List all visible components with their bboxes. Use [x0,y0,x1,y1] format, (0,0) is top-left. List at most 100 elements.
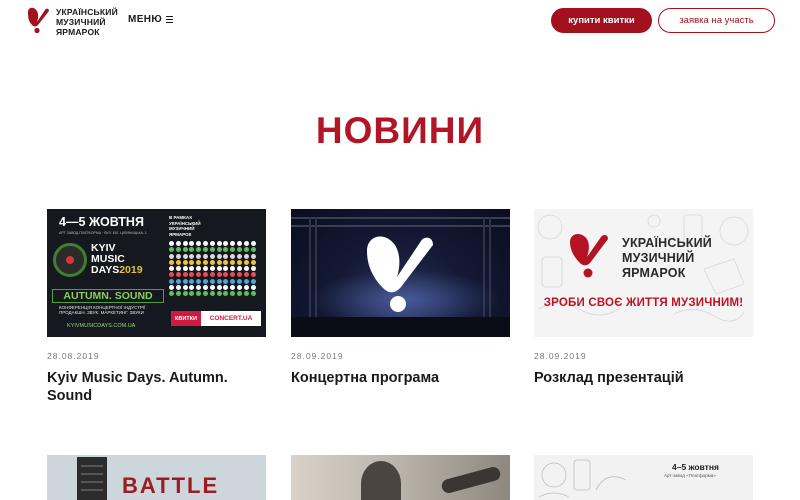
poster-dot [196,285,202,291]
poster-dot [175,272,181,278]
poster-dot [209,272,215,278]
poster-dot [243,291,249,297]
poster-dot [243,241,249,246]
poster-dot [236,247,242,253]
news-date: 28.09.2019 [291,351,344,361]
page-title: НОВИНИ [315,110,485,151]
news-title[interactable]: Kyiv Music Days. Autumn. Sound [47,369,266,405]
poster-dot [223,285,229,291]
poster-dot [189,253,195,259]
site-logo[interactable]: УКРАЇНСЬКИЙ МУЗИЧНИЙ ЯРМАРОК [25,6,118,37]
poster-dot [182,247,188,253]
stage-floor [291,317,510,337]
poster-dot [175,278,181,284]
poster-subtitle: AUTUMN. SOUND [52,289,164,303]
poster-dot [223,241,229,246]
poster-dot [189,247,195,253]
poster-dot [230,247,236,253]
news-card[interactable]: УКРАЇНСЬКИЙ МУЗИЧНИЙ ЯРМАРОК ЗРОБИ СВОЄ … [534,209,753,387]
poster-conference: КОНФЕРЕНЦІЯ КОНЦЕРТНОЇ ІНДУСТРІЇ ПРОДАКШ… [59,305,146,315]
news-card[interactable]: 28.09.2019 Концертна програма [291,209,510,387]
poster-dot [202,291,208,297]
poster-dot [169,259,174,265]
umf-heart-logo-icon [570,233,608,278]
news-title[interactable]: Розклад презентацій [534,369,753,387]
poster-year: 2019 [119,264,143,276]
poster-dot [202,247,208,253]
thumb-text: BATTLE [122,473,220,498]
poster-dot [202,266,208,272]
thumb-brand-text: УКРАЇНСЬКИЙ МУЗИЧНИЙ ЯРМАРОК [622,236,712,281]
hamburger-icon [166,14,174,25]
poster-dot [169,241,174,246]
poster-dot [182,291,188,297]
poster-dot [175,259,181,265]
poster-dot [250,241,256,246]
poster-dot [169,278,174,284]
poster-tickets-label: КВИТКИ [171,311,201,326]
poster-dot [250,266,256,272]
poster-site: KYIVMUSICDAYS.COM.UA [67,323,136,329]
poster-dot [223,253,229,259]
poster-dot [209,253,215,259]
poster-dot [209,247,215,253]
news-thumbnail[interactable] [291,455,510,500]
poster-dot [250,247,256,253]
poster-dot [202,285,208,291]
poster-dot [250,253,256,259]
poster-dot [236,266,242,272]
poster-dot [230,291,236,297]
thumb-brand-line: ЯРМАРОК [622,266,686,280]
news-thumbnail[interactable] [291,209,510,337]
poster-dot [216,266,222,272]
menu-button[interactable]: МЕНЮ [128,14,174,25]
news-thumbnail[interactable]: УКРАЇНСЬКИЙ МУЗИЧНИЙ ЯРМАРОК ЗРОБИ СВОЄ … [534,209,753,337]
poster-dates: 4—5 ЖОВТНЯ [59,215,144,229]
umf-heart-logo-icon [28,7,49,34]
poster-partner-line: ЯРМАРОК [169,231,192,237]
news-date: 28.08.2019 [47,351,100,361]
poster-dot [182,253,188,259]
poster-dot [243,253,249,259]
poster-dot [175,291,181,297]
poster-dot [216,241,222,246]
news-thumbnail[interactable]: BATTLE [47,455,266,500]
poster-dot [230,241,236,246]
buy-tickets-button[interactable]: купити квитки [551,8,652,33]
poster-dot [189,278,195,284]
poster-dot [202,253,208,259]
vinyl-record-icon [53,243,87,277]
news-card[interactable]: 4—5 ЖОВТНЯ АРТ ЗАВОД ПЛАТФОРМА · ВУЛ. БІ… [47,209,266,405]
news-thumbnail[interactable]: 4—5 ЖОВТНЯ АРТ ЗАВОД ПЛАТФОРМА · ВУЛ. БІ… [47,209,266,337]
poster-dot [230,285,236,291]
thumb-person [361,461,401,500]
poster-dot [230,266,236,272]
poster-dot [169,253,174,259]
poster-dot [202,241,208,246]
site-header: УКРАЇНСЬКИЙ МУЗИЧНИЙ ЯРМАРОК МЕНЮ купити… [0,0,800,42]
poster-dot [189,241,195,246]
poster-dot [175,247,181,253]
poster-dot [216,259,222,265]
poster-dot [223,259,229,265]
news-title[interactable]: Концертна програма [291,369,510,387]
poster-dot [182,266,188,272]
poster-dot [209,285,215,291]
umf-heart-logo-icon [367,236,433,312]
poster-dot [169,266,174,272]
menu-label: МЕНЮ [128,14,163,25]
poster-dot [175,241,181,246]
logo-text: УКРАЇНСЬКИЙ МУЗИЧНИЙ ЯРМАРОК [56,7,118,37]
poster-dot [243,285,249,291]
news-thumbnail[interactable]: 4–5 жовтня Арт-завод «Платформа» [534,455,753,500]
poster-dot [189,272,195,278]
poster-dot [250,291,256,297]
poster-dot [236,291,242,297]
poster-concert-label: CONCERT.UA [201,311,261,326]
poster-dot [250,285,256,291]
poster-dot [243,278,249,284]
poster-dot [223,291,229,297]
apply-participation-button[interactable]: заявка на участь [658,8,775,33]
poster-tickets: КВИТКИ CONCERT.UA [171,311,261,326]
poster-dot [196,266,202,272]
